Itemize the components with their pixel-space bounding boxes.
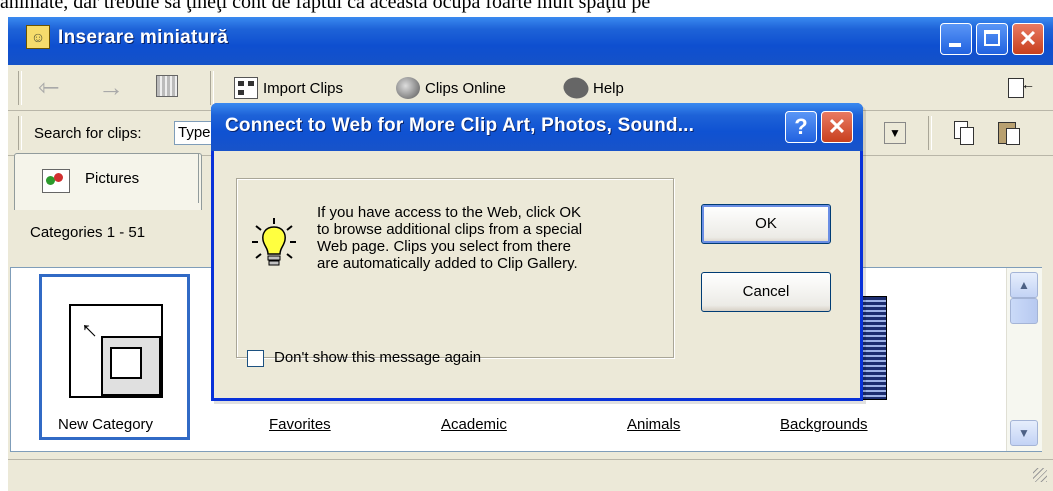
- toolbar-separator: [18, 71, 22, 105]
- pictures-icon: [42, 169, 70, 193]
- change-to-small-window-icon[interactable]: [1008, 76, 1035, 98]
- tab-divider: [198, 153, 201, 203]
- cancel-button[interactable]: Cancel: [701, 272, 831, 312]
- close-button[interactable]: ✕: [1012, 23, 1044, 55]
- background-document-text: animate, dar trebuie să ţineţi cont de f…: [0, 0, 651, 13]
- category-label-favorites[interactable]: Favorites: [269, 416, 331, 433]
- dialog-close-button[interactable]: ✕: [821, 111, 853, 143]
- scroll-up-icon[interactable]: ▲: [1010, 272, 1038, 298]
- globe-icon: [396, 77, 420, 99]
- status-bar: [8, 459, 1053, 491]
- tab-pictures-label: Pictures: [85, 170, 140, 187]
- window-title: Inserare miniatură: [58, 27, 229, 48]
- connect-to-web-dialog: Connect to Web for More Clip Art, Photos…: [211, 103, 863, 401]
- clips-online-button[interactable]: Clips Online: [396, 75, 506, 101]
- maximize-icon: [984, 30, 1000, 46]
- minimize-button[interactable]: [940, 23, 972, 55]
- new-category-small-frame: [110, 347, 142, 379]
- import-clips-icon: [234, 77, 258, 99]
- clip-gallery-icon: ☺: [26, 25, 50, 49]
- dialog-message-line: Web page. Clips you select from there: [317, 238, 572, 255]
- paste-icon[interactable]: [998, 119, 1020, 145]
- dialog-message-line: If you have access to the Web, click OK: [317, 204, 582, 221]
- scroll-down-icon[interactable]: ▼: [1010, 420, 1038, 446]
- chevron-down-icon[interactable]: ▼: [884, 122, 906, 144]
- category-label-backgrounds[interactable]: Backgrounds: [780, 416, 868, 433]
- category-label-animals[interactable]: Animals: [627, 416, 680, 433]
- scrollbar-thumb[interactable]: [1010, 298, 1038, 324]
- lightbulb-icon: [252, 218, 296, 266]
- dialog-title: Connect to Web for More Clip Art, Photos…: [225, 115, 695, 136]
- search-label: Search for clips:: [34, 125, 142, 142]
- clips-online-label: Clips Online: [425, 79, 506, 97]
- all-categories-icon[interactable]: [156, 75, 178, 97]
- close-icon: ✕: [1018, 26, 1038, 51]
- resize-grip-icon[interactable]: [1033, 468, 1047, 482]
- toolbar-separator: [928, 116, 932, 150]
- maximize-button[interactable]: [976, 23, 1008, 55]
- help-button[interactable]: Help: [560, 73, 624, 103]
- toolbar-separator: [18, 116, 22, 150]
- copy-icon[interactable]: [954, 121, 974, 145]
- help-label: Help: [593, 79, 624, 97]
- minimize-icon: [949, 43, 961, 47]
- dialog-titlebar[interactable]: Connect to Web for More Clip Art, Photos…: [211, 103, 863, 151]
- categories-count: Categories 1 - 51: [30, 224, 146, 241]
- tab-pictures[interactable]: Pictures: [14, 153, 202, 210]
- dialog-message: If you have access to the Web, click OK …: [317, 204, 657, 272]
- dialog-message-line: to browse additional clips from a specia…: [317, 221, 583, 238]
- dialog-help-button[interactable]: ?: [785, 111, 817, 143]
- dont-show-again-checkbox[interactable]: [247, 350, 264, 367]
- toolbar-separator: [210, 71, 214, 105]
- category-label-new[interactable]: New Category: [58, 416, 153, 433]
- dont-show-again-label[interactable]: Don't show this message again: [274, 349, 481, 366]
- category-label-academic[interactable]: Academic: [441, 416, 507, 433]
- import-clips-button[interactable]: Import Clips: [234, 75, 343, 101]
- import-clips-label: Import Clips: [263, 79, 344, 97]
- window-titlebar[interactable]: ☺ Inserare miniatură ✕: [8, 17, 1053, 65]
- ok-button[interactable]: OK: [701, 204, 831, 244]
- back-arrow-icon[interactable]: ⇽: [38, 72, 60, 102]
- help-icon: [560, 73, 592, 103]
- forward-arrow-icon[interactable]: →: [98, 72, 124, 102]
- dialog-message-line: are automatically added to Clip Gallery.: [317, 255, 578, 272]
- vertical-scrollbar[interactable]: ▲ ▼: [1006, 268, 1042, 451]
